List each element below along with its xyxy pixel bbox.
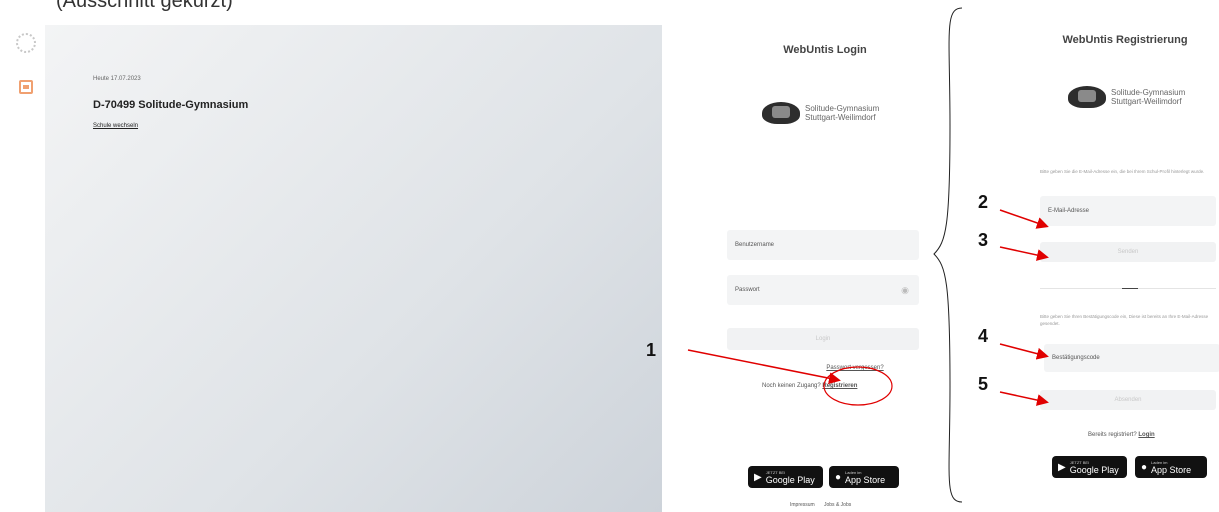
annotation-overlay xyxy=(687,209,1049,406)
annotation-arrow-4 xyxy=(999,343,1049,360)
annotation-arrow-5 xyxy=(999,391,1049,406)
annotation-arrow-1 xyxy=(687,349,841,385)
annotation-arrow-2 xyxy=(999,209,1049,229)
register-highlight-ellipse xyxy=(823,366,893,406)
annotation-arrow-3 xyxy=(999,246,1049,261)
